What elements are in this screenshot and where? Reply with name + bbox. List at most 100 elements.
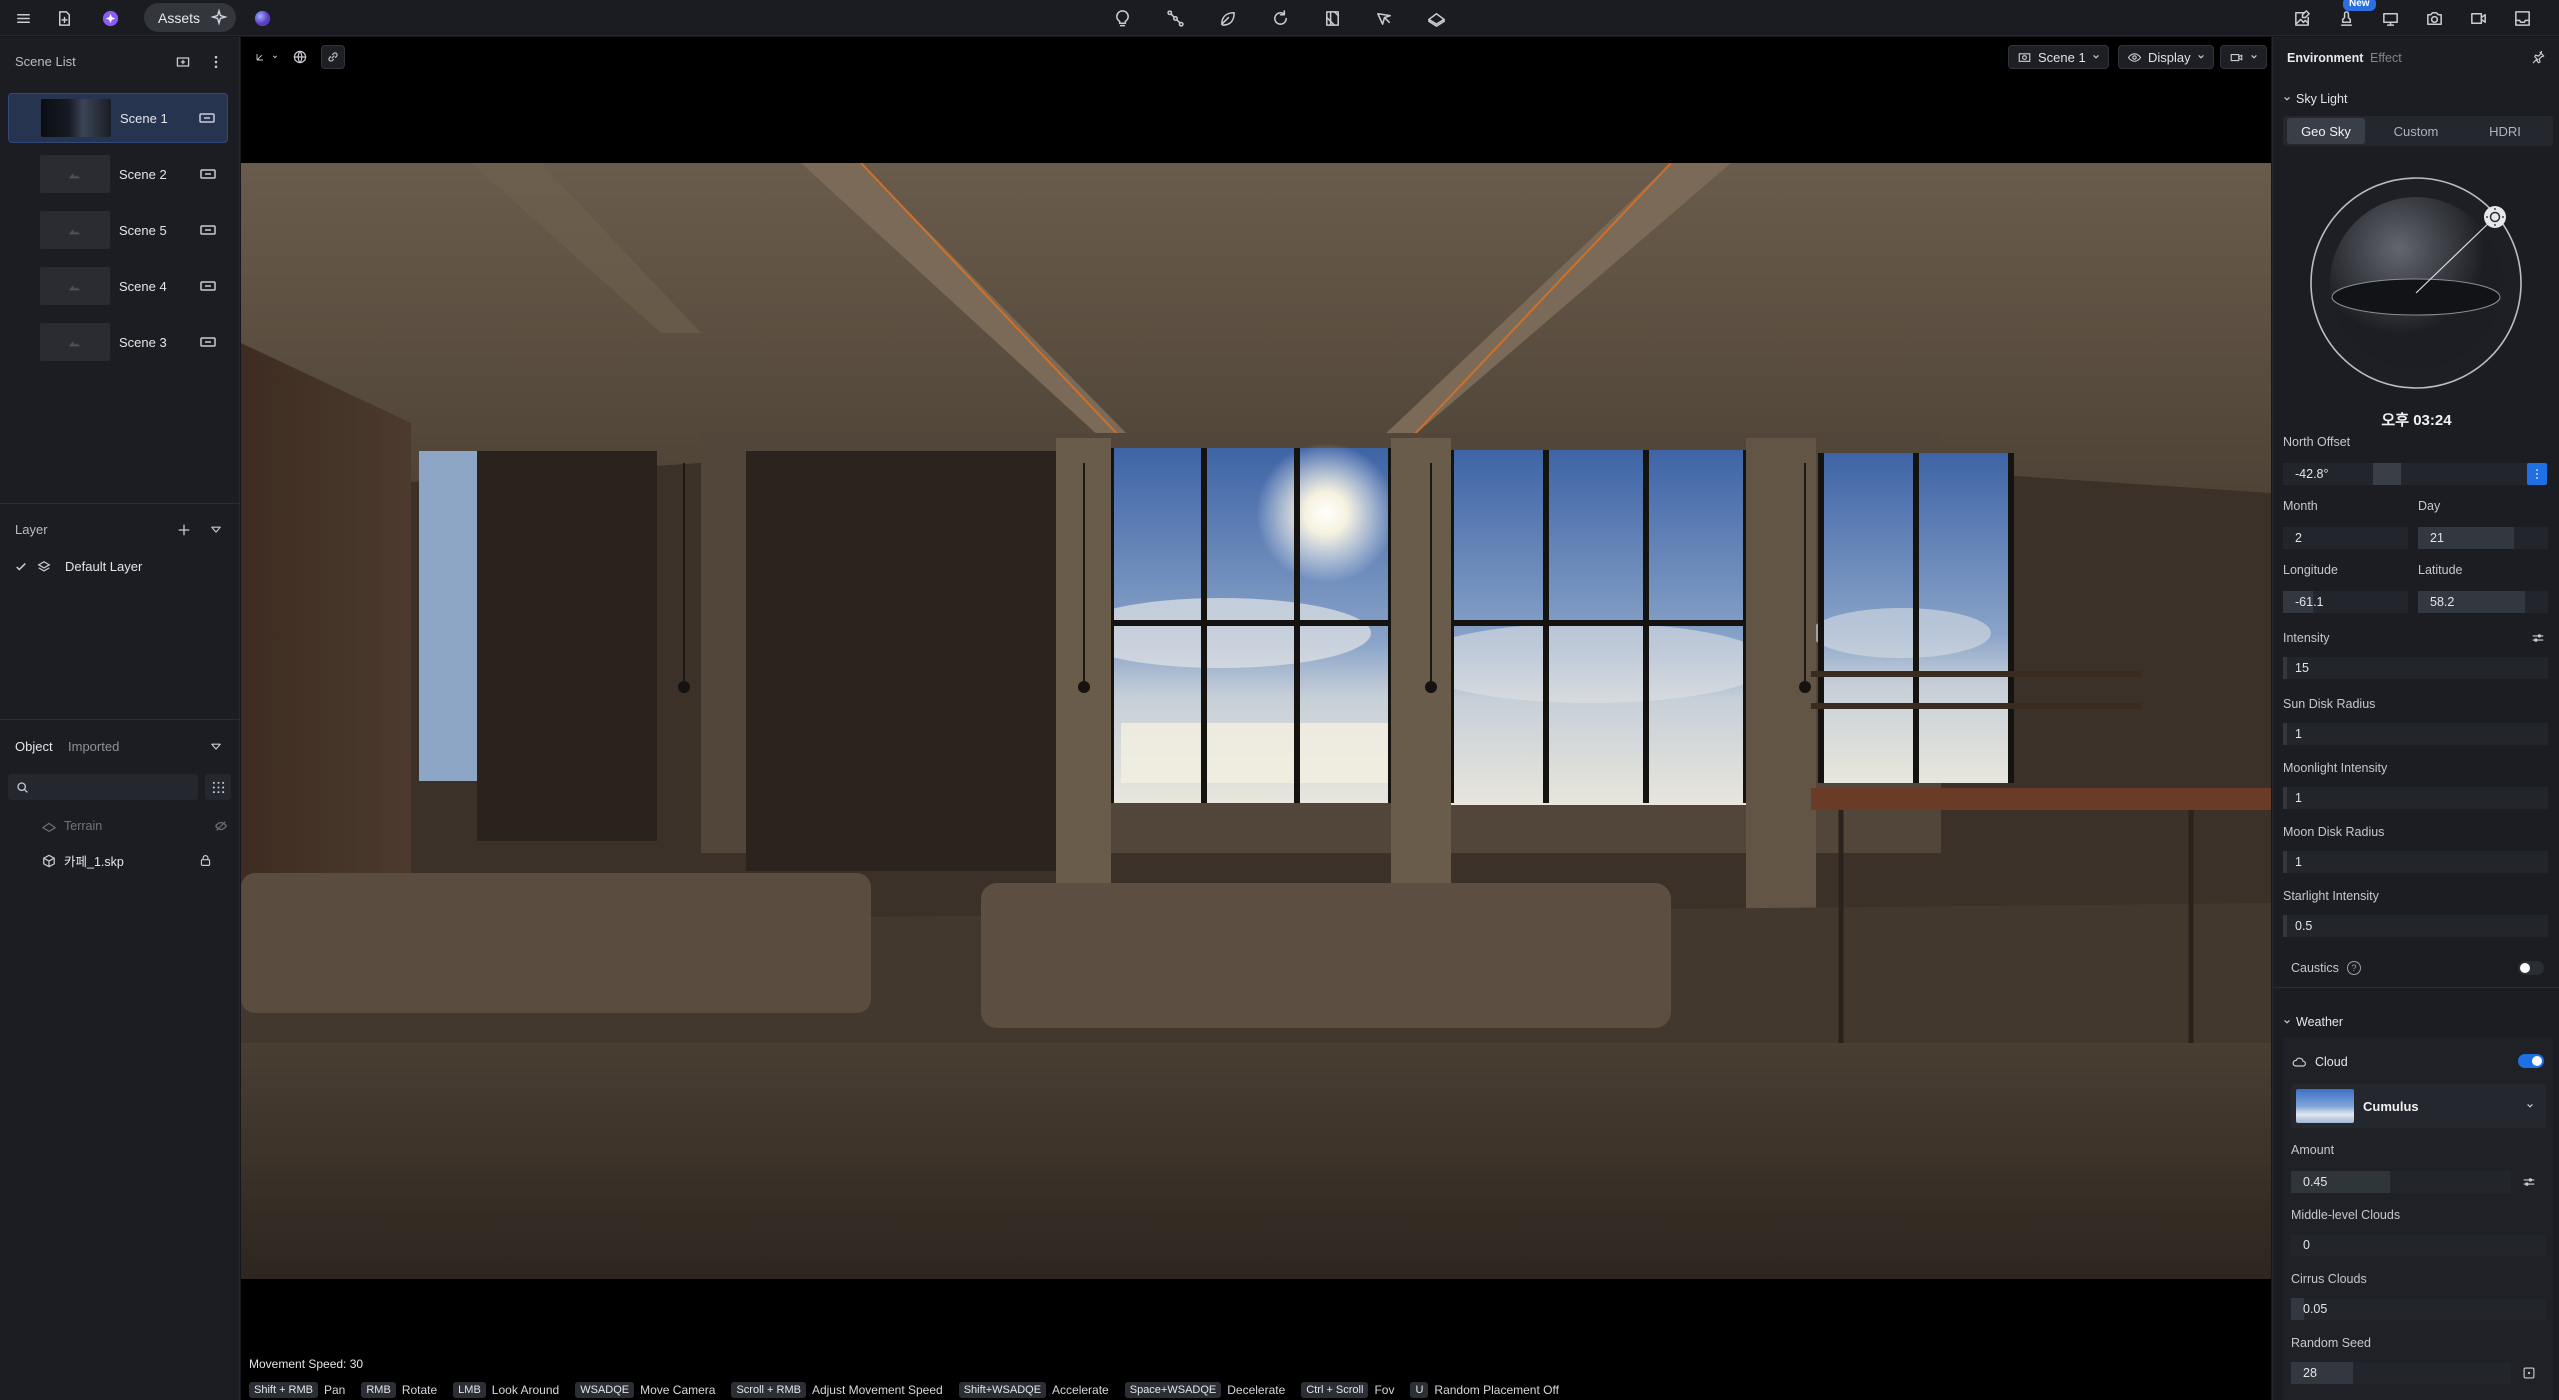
lightbulb-icon[interactable] — [1110, 6, 1134, 30]
path-icon[interactable] — [1163, 6, 1187, 30]
longitude-input[interactable]: -61.1 — [2283, 591, 2408, 613]
chevron-down-icon — [2251, 54, 2257, 59]
scene-camera-icon[interactable] — [200, 335, 218, 349]
link-button[interactable] — [321, 45, 345, 69]
middle-clouds-input[interactable]: 0 — [2291, 1234, 2546, 1256]
scene-row[interactable]: Scene 2 — [8, 149, 228, 199]
north-offset-slider[interactable]: -42.8° — [2283, 463, 2538, 485]
monitor-icon[interactable] — [2378, 6, 2402, 30]
globe-button[interactable] — [288, 45, 312, 69]
scene-camera-icon[interactable] — [200, 279, 218, 293]
scene-thumbnail — [40, 211, 110, 249]
weather-header[interactable]: Weather — [2283, 1015, 2343, 1029]
sliders-icon[interactable] — [2519, 1172, 2539, 1192]
terrain-icon[interactable] — [1424, 6, 1448, 30]
movement-speed: Movement Speed: 30 — [249, 1357, 364, 1371]
month-input[interactable]: 2 — [2283, 527, 2408, 549]
scene-thumbnail — [40, 267, 110, 305]
check-icon[interactable] — [15, 561, 27, 573]
scene-row[interactable]: Scene 3 — [8, 317, 228, 367]
dice-icon[interactable] — [2519, 1363, 2539, 1383]
search-input[interactable] — [37, 780, 187, 794]
grid-view-button[interactable] — [205, 774, 231, 800]
refresh-icon[interactable] — [1268, 6, 1292, 30]
chevron-down-icon — [2284, 96, 2290, 101]
help-icon[interactable]: ? — [2347, 961, 2361, 975]
assets-button[interactable]: Assets — [144, 3, 236, 32]
new-file-icon[interactable] — [52, 6, 76, 30]
eye-off-icon[interactable] — [214, 819, 228, 833]
cloud-toggle[interactable] — [2518, 1054, 2544, 1068]
more-options-button[interactable] — [2527, 463, 2547, 485]
ai-plugin-icon[interactable] — [98, 6, 122, 30]
mode-geo-sky[interactable]: Geo Sky — [2287, 118, 2365, 144]
filter-icon[interactable] — [204, 518, 228, 542]
moon-disk-input[interactable]: 1 — [2283, 851, 2548, 873]
scene-row[interactable]: Scene 5 — [8, 205, 228, 255]
render-view[interactable] — [241, 163, 2271, 1279]
scene-icon — [2018, 52, 2031, 62]
leaf-icon[interactable] — [1215, 6, 1239, 30]
transform-gizmo-button[interactable] — [249, 45, 283, 69]
new-badge: New — [2343, 0, 2376, 11]
grid-icon[interactable] — [1320, 6, 1344, 30]
video-icon[interactable] — [2466, 6, 2490, 30]
scene-name: Scene 2 — [119, 166, 167, 182]
object-row-model[interactable]: 카페_1.skp — [42, 851, 212, 870]
tab-effect[interactable]: Effect — [2370, 51, 2402, 65]
shortcut-key: Scroll + RMB — [731, 1382, 806, 1398]
axis-icon — [256, 54, 263, 61]
moonlight-input[interactable]: 1 — [2283, 787, 2548, 809]
sliders-icon[interactable] — [2528, 628, 2548, 648]
camera-options-dropdown[interactable] — [2220, 45, 2267, 69]
more-vertical-icon[interactable] — [204, 50, 228, 74]
slider-handle[interactable] — [2373, 463, 2401, 485]
lock-icon[interactable] — [199, 854, 212, 867]
scene-row[interactable]: Scene 1 — [8, 93, 228, 143]
scene-camera-icon[interactable] — [200, 167, 218, 181]
sun-position-dial[interactable] — [2308, 175, 2524, 391]
random-seed-input[interactable]: 28 — [2291, 1362, 2511, 1384]
object-row-terrain[interactable]: Terrain — [42, 819, 232, 833]
camera-icon[interactable] — [2422, 6, 2446, 30]
intensity-input[interactable]: 15 — [2283, 657, 2548, 679]
layer-row[interactable]: Default Layer — [15, 559, 142, 574]
display-dropdown[interactable]: Display — [2118, 45, 2214, 69]
image-edit-icon[interactable] — [2290, 6, 2314, 30]
3d-viewport[interactable]: Scene 1 Display Movement Speed: 30 Shift… — [241, 37, 2271, 1400]
object-search[interactable] — [8, 774, 198, 800]
amount-slider[interactable]: 0.45 — [2291, 1171, 2511, 1193]
shortcut-label: Move Camera — [640, 1383, 716, 1397]
menu-icon[interactable] — [11, 6, 35, 30]
cloud-icon — [2292, 1057, 2306, 1067]
sky-light-header[interactable]: Sky Light — [2283, 92, 2347, 106]
shortcut-key: Shift+WSADQE — [958, 1382, 1047, 1398]
cloud-label: Cloud — [2315, 1055, 2348, 1069]
caustics-toggle[interactable] — [2518, 961, 2544, 975]
day-input[interactable]: 21 — [2418, 527, 2548, 549]
sun-disk-input[interactable]: 1 — [2283, 723, 2548, 745]
shortcut-key: RMB — [361, 1382, 396, 1398]
latitude-input[interactable]: 58.2 — [2418, 591, 2548, 613]
cloud-type-dropdown[interactable]: Cumulus — [2291, 1084, 2546, 1128]
random-seed-label: Random Seed — [2291, 1336, 2371, 1350]
tab-environment[interactable]: Environment — [2287, 51, 2363, 65]
mode-custom[interactable]: Custom — [2373, 118, 2459, 144]
scene-row[interactable]: Scene 4 — [8, 261, 228, 311]
add-layer-icon[interactable] — [172, 518, 196, 542]
tab-object[interactable]: Object — [15, 739, 53, 754]
cursor-plane-icon[interactable] — [1372, 6, 1396, 30]
scene-selector[interactable]: Scene 1 — [2008, 45, 2109, 69]
moon-disk-label: Moon Disk Radius — [2283, 825, 2385, 839]
scene-camera-icon[interactable] — [200, 223, 218, 237]
inbox-icon[interactable] — [2510, 6, 2534, 30]
tab-imported[interactable]: Imported — [68, 739, 119, 754]
scene-camera-icon[interactable] — [199, 111, 217, 125]
pin-icon[interactable] — [2526, 45, 2550, 69]
mode-hdri[interactable]: HDRI — [2461, 118, 2549, 144]
cirrus-input[interactable]: 0.05 — [2291, 1298, 2546, 1320]
starlight-input[interactable]: 0.5 — [2283, 915, 2548, 937]
add-scene-icon[interactable] — [171, 50, 195, 74]
filter-icon[interactable] — [204, 735, 228, 759]
gradient-sphere-icon[interactable] — [250, 6, 274, 30]
